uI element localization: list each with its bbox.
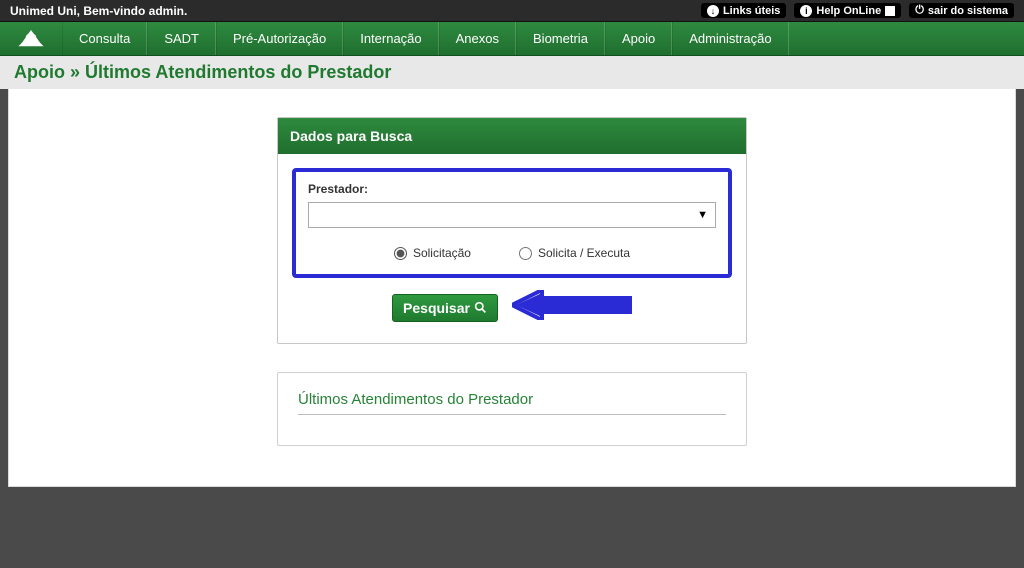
nav-apoio-label: Apoio — [622, 31, 655, 46]
results-panel-title: Últimos Atendimentos do Prestador — [298, 391, 726, 415]
nav-biometria[interactable]: Biometria — [516, 22, 605, 55]
highlight-box: Prestador: ▼ Solicitação — [292, 168, 732, 278]
results-panel: Últimos Atendimentos do Prestador — [277, 372, 747, 446]
radio-row: Solicitação Solicita / Executa — [308, 246, 716, 260]
radio-solicita-executa[interactable]: Solicita / Executa — [519, 246, 630, 260]
button-row: Pesquisar — [292, 290, 732, 325]
nav-pre-autorizacao[interactable]: Pré-Autorização — [216, 22, 343, 55]
main-nav: Consulta SADT Pré-Autorização Internação… — [0, 22, 1024, 56]
radio-solicitacao-input[interactable] — [394, 247, 407, 260]
nav-consulta[interactable]: Consulta — [62, 22, 147, 55]
links-uteis-button[interactable]: ↓ Links úteis — [701, 3, 786, 18]
top-links: ↓ Links úteis i Help OnLine ⏻ sair do si… — [701, 3, 1014, 18]
links-uteis-label: Links úteis — [723, 5, 780, 17]
nav-consulta-label: Consulta — [79, 31, 130, 46]
breadcrumb: Apoio » Últimos Atendimentos do Prestado… — [14, 62, 391, 82]
content-wrap: Dados para Busca Prestador: ▼ Solicitaçã… — [0, 89, 1024, 487]
radio-solicitacao-label: Solicitação — [413, 246, 471, 260]
top-bar: Unimed Uni, Bem-vindo admin. ↓ Links úte… — [0, 0, 1024, 22]
search-icon — [474, 301, 487, 314]
nav-sadt[interactable]: SADT — [147, 22, 216, 55]
nav-anexos[interactable]: Anexos — [439, 22, 516, 55]
welcome-text: Unimed Uni, Bem-vindo admin. — [10, 4, 187, 18]
nav-administracao[interactable]: Administração — [672, 22, 788, 55]
breadcrumb-bar: Apoio » Últimos Atendimentos do Prestado… — [0, 56, 1024, 89]
nav-pre-autorizacao-label: Pré-Autorização — [233, 31, 326, 46]
nav-biometria-label: Biometria — [533, 31, 588, 46]
radio-solicitacao[interactable]: Solicitação — [394, 246, 471, 260]
help-online-label: Help OnLine — [816, 5, 881, 17]
logo-icon — [0, 22, 62, 55]
search-panel-body: Prestador: ▼ Solicitação — [278, 154, 746, 343]
power-icon: ⏻ — [915, 4, 924, 17]
prestador-select[interactable] — [308, 202, 716, 228]
logout-button[interactable]: ⏻ sair do sistema — [909, 3, 1014, 18]
nav-internacao[interactable]: Internação — [343, 22, 438, 55]
radio-solicita-executa-input[interactable] — [519, 247, 532, 260]
radio-solicita-executa-label: Solicita / Executa — [538, 246, 630, 260]
nav-internacao-label: Internação — [360, 31, 421, 46]
nav-sadt-label: SADT — [164, 31, 199, 46]
pesquisar-button[interactable]: Pesquisar — [392, 294, 498, 322]
search-panel-header: Dados para Busca — [278, 118, 746, 154]
prestador-select-wrap: ▼ — [308, 202, 716, 228]
help-online-button[interactable]: i Help OnLine — [794, 3, 901, 18]
nav-administracao-label: Administração — [689, 31, 771, 46]
arrow-left-icon — [512, 290, 632, 325]
down-arrow-icon: ↓ — [707, 5, 719, 17]
prestador-label: Prestador: — [308, 182, 716, 196]
square-icon — [885, 6, 895, 16]
pesquisar-label: Pesquisar — [403, 300, 470, 316]
info-icon: i — [800, 5, 812, 17]
search-panel: Dados para Busca Prestador: ▼ Solicitaçã… — [277, 117, 747, 344]
nav-apoio[interactable]: Apoio — [605, 22, 672, 55]
logout-label: sair do sistema — [928, 5, 1008, 17]
nav-anexos-label: Anexos — [456, 31, 499, 46]
content-panel: Dados para Busca Prestador: ▼ Solicitaçã… — [8, 89, 1016, 487]
